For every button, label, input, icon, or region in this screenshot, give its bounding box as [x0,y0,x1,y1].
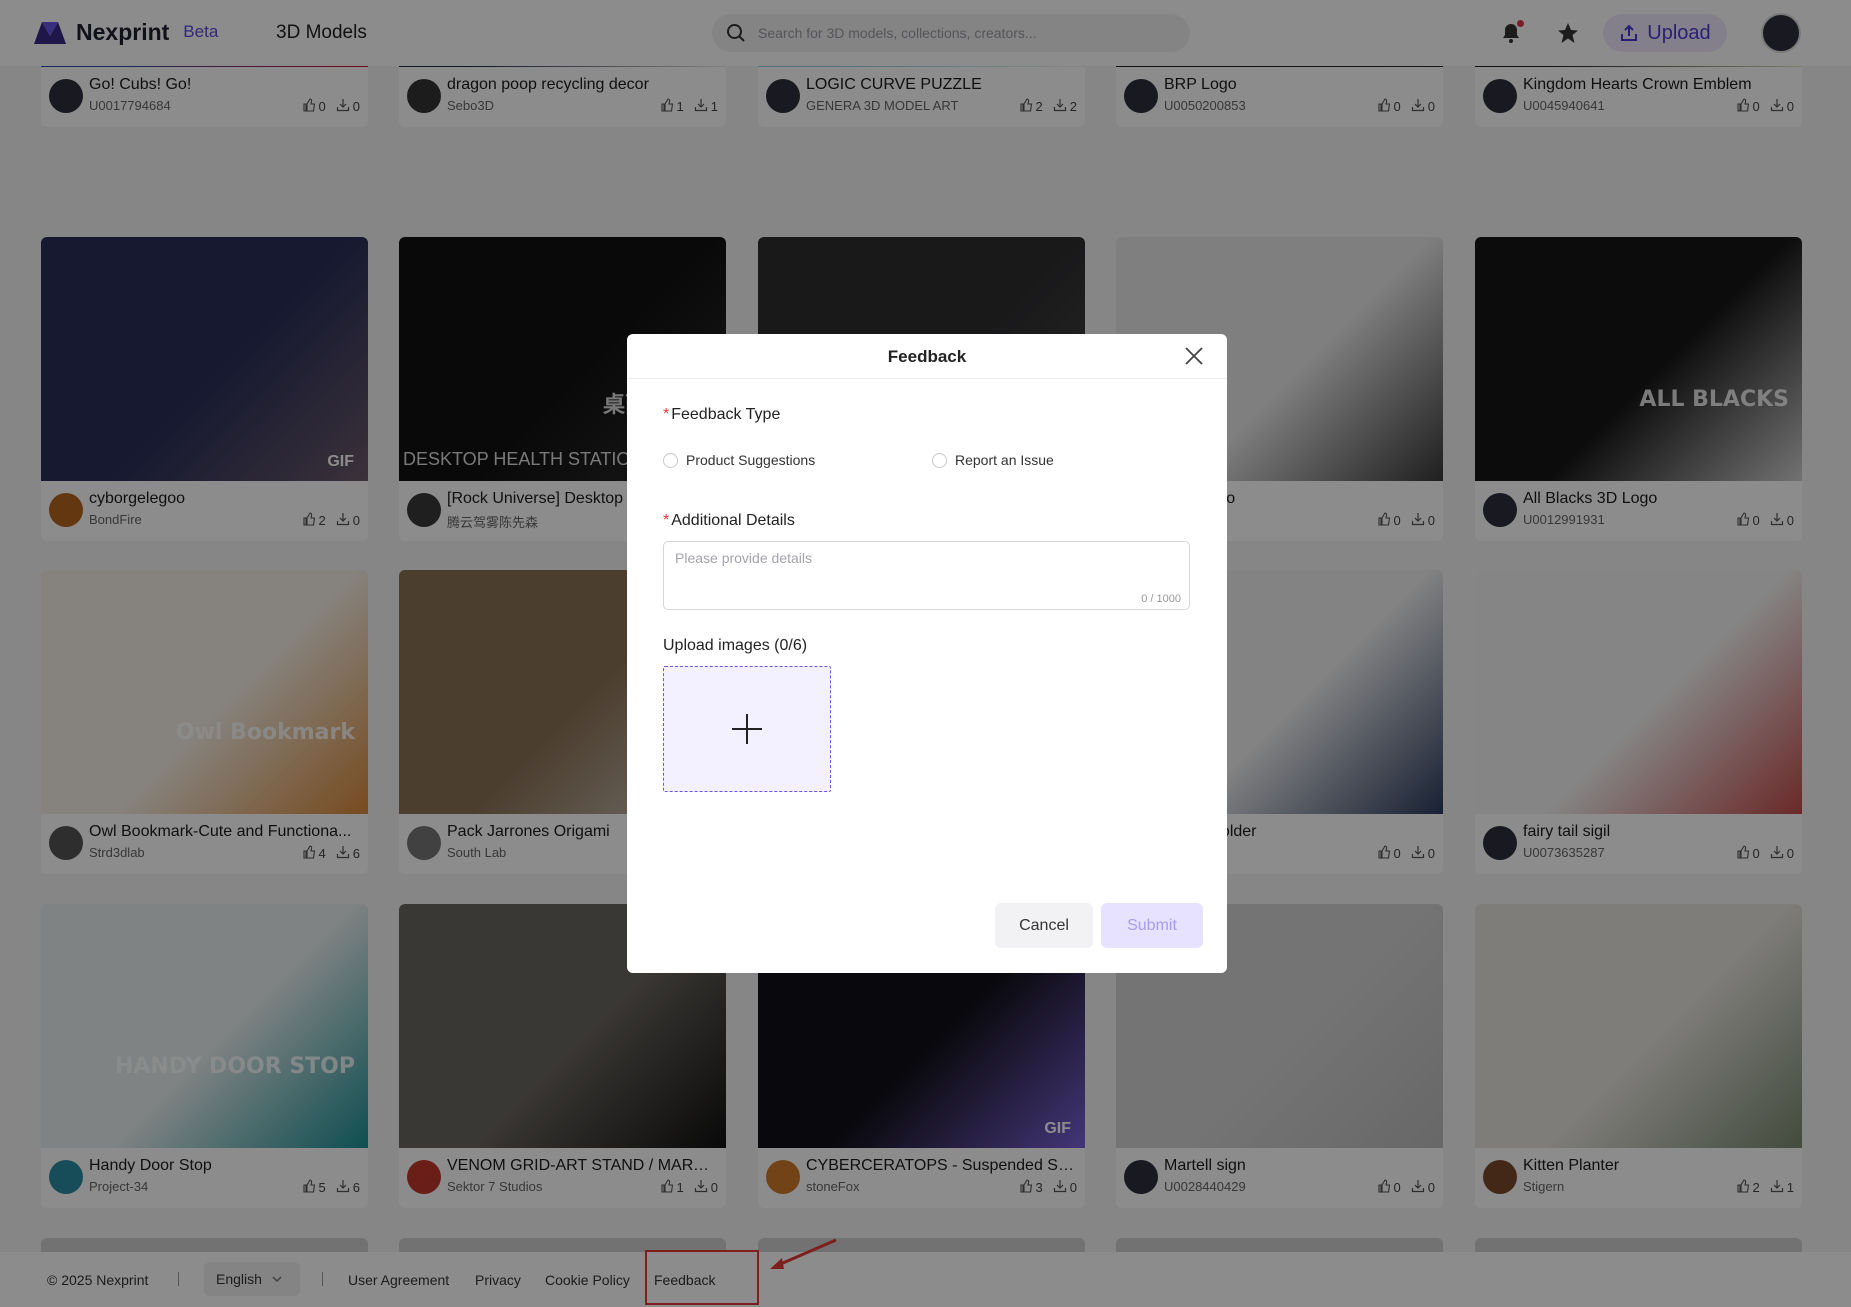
radio-button[interactable] [663,452,678,468]
details-textarea[interactable]: Please provide details 0 / 1000 [663,541,1190,610]
required-mark: * [663,512,670,529]
feedback-modal: Feedback * Feedback Type Product Suggesti… [627,334,1227,973]
radio-report-issue[interactable]: Report an Issue [932,452,1054,468]
feedback-type-label-text: Feedback Type [671,406,781,423]
radio-label: Report an Issue [955,452,1054,468]
required-mark: * [663,406,670,423]
image-upload-dropzone[interactable] [663,666,831,792]
upload-images-label: Upload images (0/6) [663,637,808,654]
modal-header: Feedback [627,334,1227,379]
feedback-type-label: * Feedback Type [663,406,780,424]
additional-details-label: * Additional Details [663,512,795,530]
radio-label: Product Suggestions [686,452,816,468]
plus-icon [732,714,762,744]
additional-details-label-text: Additional Details [671,512,795,529]
cancel-button[interactable]: Cancel [995,903,1093,948]
close-icon[interactable] [1183,345,1205,367]
submit-button[interactable]: Submit [1101,903,1203,948]
modal-title: Feedback [887,347,967,366]
radio-product-suggestions[interactable]: Product Suggestions [663,452,815,468]
radio-button[interactable] [932,452,947,468]
details-placeholder: Please provide details [675,550,812,566]
character-counter: 0 / 1000 [1141,593,1181,605]
